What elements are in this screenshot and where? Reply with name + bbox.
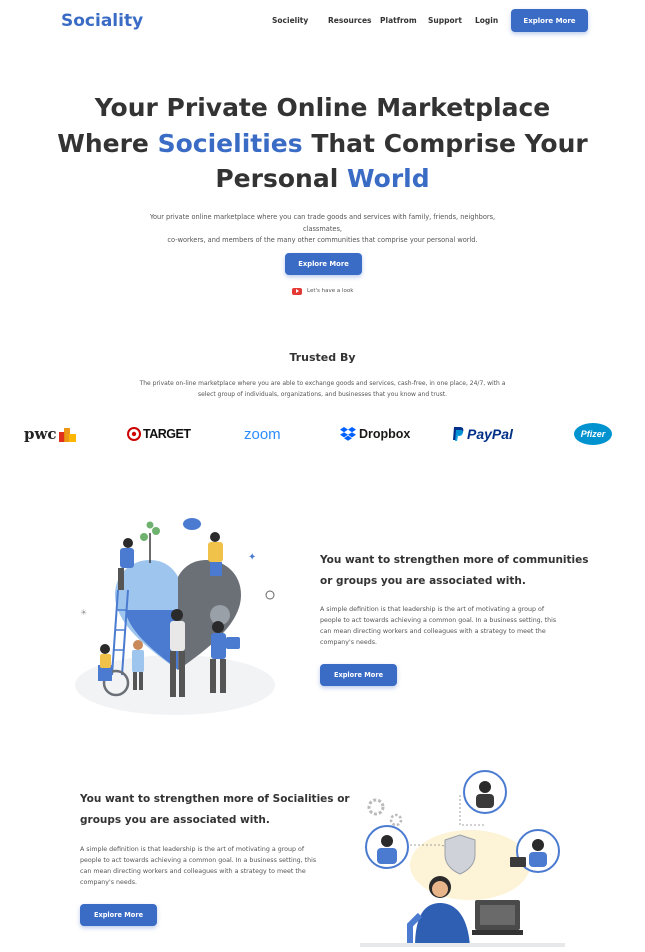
logo-pwc: pwc: [24, 420, 77, 448]
hero-title-highlight-world: World: [346, 164, 430, 193]
trusted-by-title: Trusted By: [289, 351, 356, 364]
dropbox-icon: [340, 427, 356, 441]
lets-have-a-look-link[interactable]: Let's have a look: [292, 286, 353, 296]
brand-logo[interactable]: Sociality: [61, 11, 143, 31]
feature2-body: A simple definition is that leadership i…: [80, 846, 317, 886]
nav-explore-more-button[interactable]: Explore More: [511, 9, 588, 32]
hero-explore-more-button[interactable]: Explore More: [285, 253, 362, 275]
network-illustration: [360, 770, 565, 947]
partner-logos: pwc TARGET zoom Dropbox PayPal Pfizer: [0, 420, 645, 448]
puzzle-heart-illustration: ✦ ☀: [75, 518, 275, 715]
logo-dropbox: Dropbox: [340, 420, 410, 448]
nav-link-login[interactable]: Login: [475, 16, 498, 25]
nav-link-resources[interactable]: Resources: [328, 16, 372, 25]
hero-title-line1: Your Private Online Marketplace: [94, 93, 551, 122]
paypal-icon: [453, 427, 464, 441]
svg-text:✦: ✦: [248, 552, 256, 563]
nav-link-support[interactable]: Support: [428, 16, 462, 25]
feature2-explore-more-button[interactable]: Explore More: [80, 904, 157, 926]
feature2-title: You want to strengthen more of Socialiti…: [80, 793, 350, 826]
community-puzzle-illustration: ✦ ☀: [70, 515, 285, 720]
top-navbar: Sociality Socielity Resources Platfrom S…: [0, 0, 645, 42]
feature1-title: You want to strengthen more of communiti…: [320, 554, 589, 587]
pfizer-oval: Pfizer: [574, 423, 612, 445]
youtube-play-icon: [292, 287, 302, 295]
svg-text:☀: ☀: [80, 608, 87, 617]
hero-title: Your Private Online Marketplace Where So…: [57, 93, 588, 193]
feature1-body: A simple definition is that leadership i…: [320, 606, 557, 646]
pwc-blocks-icon: [58, 428, 76, 442]
network-people-illustration: [360, 765, 565, 947]
logo-zoom: zoom: [244, 425, 281, 443]
nav-link-socielity[interactable]: Socielity: [272, 16, 308, 25]
hero-subtitle: Your private online marketplace where yo…: [149, 213, 496, 244]
trusted-by-subtitle: The private on-line marketplace where yo…: [139, 380, 506, 398]
nav-link-platform[interactable]: Platfrom: [380, 16, 417, 25]
logo-paypal: PayPal: [452, 420, 513, 448]
feature1-explore-more-button[interactable]: Explore More: [320, 664, 397, 686]
logo-pfizer: Pfizer: [574, 420, 612, 448]
hero-title-highlight: Socielities: [157, 128, 303, 158]
target-bullseye-icon: [127, 427, 141, 441]
logo-target: TARGET: [127, 420, 191, 448]
lets-have-a-look-label: Let's have a look: [307, 288, 354, 294]
